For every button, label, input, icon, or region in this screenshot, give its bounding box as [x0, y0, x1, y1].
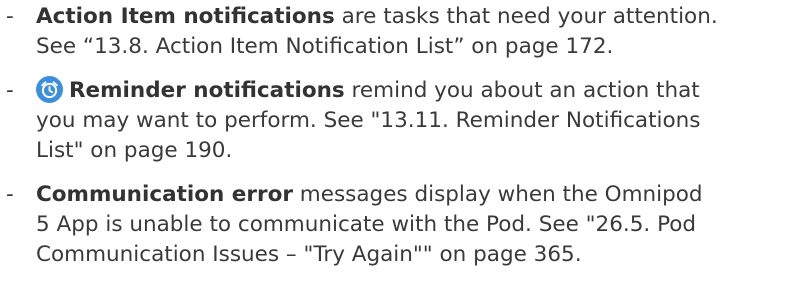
term-reminder-notifications: Reminder notifications — [69, 78, 345, 103]
description-text: remind you about an action that — [344, 78, 700, 103]
alarm-clock-icon — [36, 76, 63, 103]
bullet-dash: - — [6, 182, 14, 207]
description-text: messages display when the Omnipod — [292, 182, 703, 207]
list-item-communication-error: - Communication error messages display w… — [0, 180, 797, 270]
list-item-reminder: - Reminder notifications remind you abou… — [0, 76, 797, 166]
bullet-dash: - — [6, 4, 14, 29]
notification-types-list: - Action Item notifications are tasks th… — [0, 2, 797, 284]
list-item-action-item: - Action Item notifications are tasks th… — [0, 2, 797, 62]
description-text: are tasks that need your attention. — [334, 4, 718, 29]
term-action-item-notifications: Action Item notifications — [36, 4, 335, 29]
cross-reference-link[interactable]: See “13.8. Action Item Notification List… — [36, 32, 797, 62]
bullet-dash: - — [6, 78, 14, 103]
description-text: 5 App is unable to communicate with the … — [36, 212, 697, 237]
text-line: Communication error messages display whe… — [36, 180, 797, 210]
cross-reference-link[interactable]: List" on page 190. — [36, 136, 797, 166]
cross-reference-link[interactable]: Communication Issues – "Try Again"" on p… — [36, 240, 797, 270]
text-line: Action Item notifications are tasks that… — [36, 2, 797, 32]
text-line: Reminder notifications remind you about … — [36, 76, 797, 106]
description-text: you may want to perform. See "13.11. Rem… — [36, 108, 701, 133]
term-communication-error: Communication error — [36, 182, 293, 207]
